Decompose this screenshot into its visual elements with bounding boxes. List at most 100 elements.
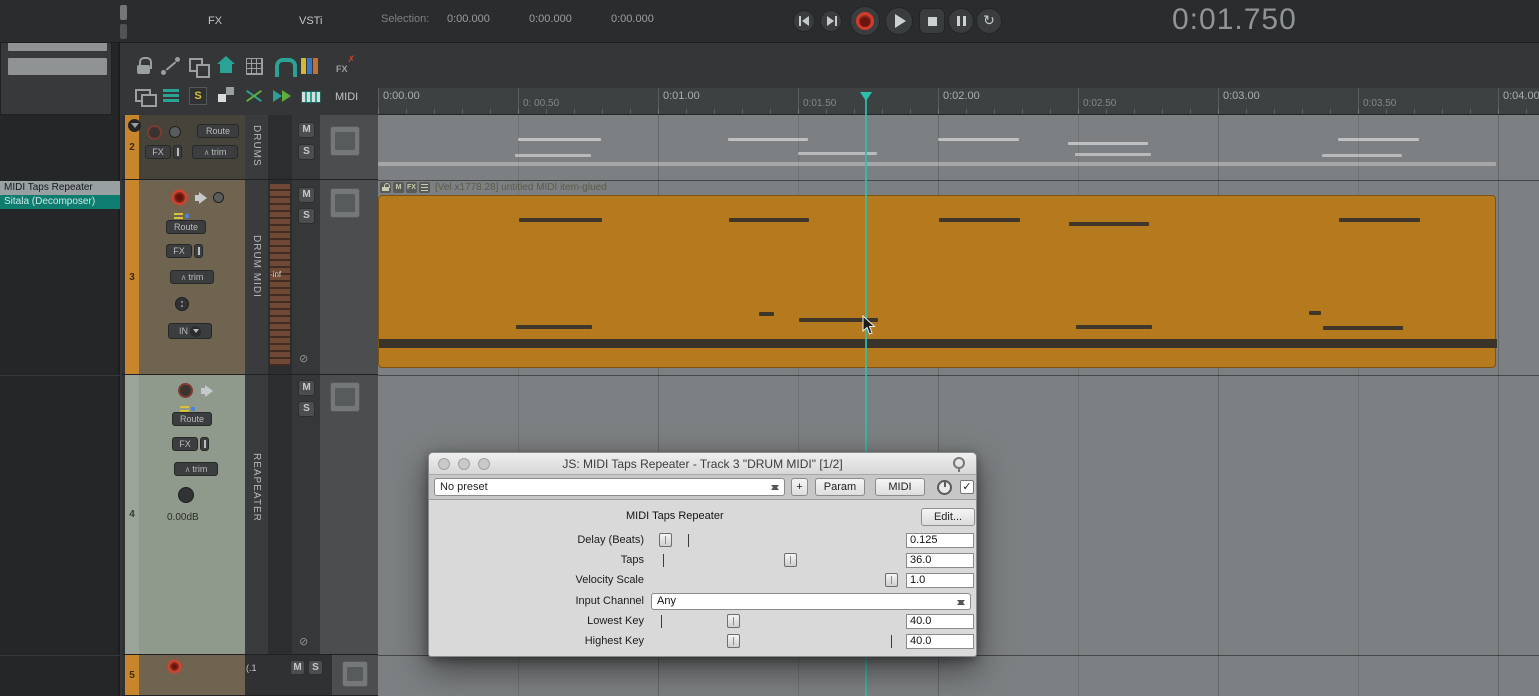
speaker-icon[interactable] <box>201 385 214 397</box>
param-slider-handle[interactable] <box>784 553 797 567</box>
solo-button[interactable]: S <box>298 208 315 224</box>
fx-tab[interactable]: FX <box>208 15 222 27</box>
monitor-knob[interactable] <box>213 192 224 203</box>
mute-badge[interactable]: M <box>393 182 404 193</box>
grouping-icon[interactable] <box>186 54 210 78</box>
timeline-ruler[interactable]: 0:00.000:01.000:02.000:03.000:04.000: 00… <box>378 88 1539 115</box>
track-thumbnail[interactable] <box>342 661 368 687</box>
track-4-number[interactable]: 4 <box>125 375 139 654</box>
solo-button[interactable]: S <box>308 660 323 675</box>
wet-dry-knob[interactable] <box>937 480 952 495</box>
track-4-name[interactable]: REAPEATER <box>251 453 262 522</box>
param-value-box[interactable]: 40.0 <box>906 634 974 649</box>
param-slider-handle[interactable] <box>727 614 740 628</box>
midi-note[interactable] <box>939 218 1020 222</box>
route-button[interactable]: Route <box>197 124 239 138</box>
param-value-box[interactable]: 40.0 <box>906 614 974 629</box>
mixer-screens-icon[interactable] <box>132 84 156 108</box>
param-button[interactable]: Param <box>815 478 865 496</box>
param-dropdown[interactable]: Any <box>651 593 971 610</box>
mute-button[interactable]: M <box>290 660 305 675</box>
panel-row[interactable] <box>8 58 107 75</box>
track-2[interactable]: 2 Route FX ∧ trim DRUMS M S <box>122 115 378 180</box>
theme-colors-icon[interactable] <box>298 54 322 78</box>
midi-note[interactable] <box>1339 218 1420 222</box>
play-button[interactable] <box>885 7 913 35</box>
pause-button[interactable] <box>948 8 974 34</box>
repeat-button[interactable]: ↻ <box>976 8 1002 34</box>
midi-note[interactable] <box>1309 311 1321 315</box>
param-slider-handle[interactable] <box>885 573 898 587</box>
track-5-number[interactable]: 5 <box>125 655 139 695</box>
vsti-tab[interactable]: VSTi <box>299 15 322 27</box>
record-arm-button[interactable] <box>172 190 187 205</box>
route-button[interactable]: Route <box>166 220 206 234</box>
envelope-routing-icon[interactable] <box>159 54 183 78</box>
grid-icon[interactable] <box>242 54 266 78</box>
input-button[interactable]: IN <box>168 323 212 339</box>
monitor-knob[interactable] <box>169 126 181 138</box>
volume-readout[interactable]: 0.00dB <box>167 512 199 523</box>
mute-button[interactable]: M <box>298 122 315 138</box>
track-4[interactable]: 4 Route FX ∧ trim 0.00dB REAPEATER M S <box>122 375 378 655</box>
param-value-box[interactable]: 0.125 <box>906 533 974 548</box>
param-slider-handle[interactable] <box>659 533 672 547</box>
solo-button[interactable]: S <box>298 144 315 160</box>
docker-list-icon[interactable] <box>159 84 183 108</box>
minimize-button[interactable] <box>458 458 470 470</box>
edit-button[interactable]: Edit... <box>921 508 975 526</box>
param-value-box[interactable]: 36.0 <box>906 553 974 568</box>
track-3-number[interactable]: 3 <box>125 180 139 374</box>
record-button[interactable] <box>850 6 880 36</box>
add-preset-button[interactable]: + <box>791 478 808 496</box>
phase-button[interactable]: ⊘ <box>299 635 308 648</box>
input-dropdown-icon[interactable] <box>190 326 201 337</box>
fx-button[interactable]: FX <box>145 145 171 159</box>
transport-time-display[interactable]: 0:01.750 <box>1172 3 1297 37</box>
selection-length-time[interactable]: 0:00.000 <box>611 13 654 25</box>
route-button[interactable]: Route <box>172 412 212 426</box>
window-titlebar[interactable]: JS: MIDI Taps Repeater - Track 3 "DRUM M… <box>429 453 976 475</box>
scrollbar-thumb[interactable] <box>120 5 127 20</box>
track-3-name[interactable]: DRUM MIDI <box>251 235 262 298</box>
param-value-box[interactable]: 1.0 <box>906 573 974 588</box>
track-thumbnail[interactable] <box>330 382 360 412</box>
folder-collapse-button[interactable] <box>128 119 141 132</box>
snap-magnet-icon[interactable] <box>270 54 294 78</box>
pan-knob[interactable] <box>175 297 189 311</box>
record-arm-button[interactable] <box>168 660 181 673</box>
selection-start-time[interactable]: 0:00.000 <box>447 13 490 25</box>
lock-badge[interactable] <box>380 182 391 193</box>
fx-bypass-icon[interactable]: ✗ FX <box>332 54 356 78</box>
fx-plugin-window[interactable]: JS: MIDI Taps Repeater - Track 3 "DRUM M… <box>428 452 977 657</box>
scrollbar-thumb[interactable] <box>120 24 127 39</box>
trim-button[interactable]: ∧ trim <box>174 462 218 476</box>
volume-knob[interactable] <box>178 487 194 503</box>
notes-badge[interactable] <box>419 182 430 193</box>
midi-note[interactable] <box>759 312 774 316</box>
pin-window-icon[interactable] <box>952 456 964 471</box>
go-to-start-button[interactable] <box>793 10 815 32</box>
preset-dropdown[interactable]: No preset <box>434 478 785 496</box>
media-items-icon[interactable] <box>214 84 238 108</box>
midi-button[interactable]: MIDI <box>875 478 925 496</box>
mute-button[interactable]: M <box>298 380 315 396</box>
fx-enable-toggle[interactable] <box>194 244 203 258</box>
piano-keys-icon[interactable] <box>298 84 322 108</box>
crossfade-icon[interactable] <box>242 84 266 108</box>
midi-note[interactable] <box>1323 326 1403 330</box>
midi-bass-note[interactable] <box>379 339 1497 348</box>
midi-note[interactable] <box>1069 222 1149 226</box>
midi-note[interactable] <box>729 218 809 222</box>
track-thumbnail[interactable] <box>330 126 360 156</box>
track-2-name[interactable]: DRUMS <box>251 125 262 167</box>
fx-enable-toggle[interactable] <box>173 145 182 159</box>
selection-end-time[interactable]: 0:00.000 <box>529 13 572 25</box>
lock-icon[interactable] <box>132 54 156 78</box>
media-item-label-row[interactable]: M FX [Vel x1778.28] untitled MIDI item-g… <box>380 181 607 193</box>
mute-button[interactable]: M <box>298 187 315 203</box>
trim-button[interactable]: ∧ trim <box>192 145 238 159</box>
fx-enabled-checkbox[interactable]: ✓ <box>960 480 974 494</box>
track-5[interactable]: 5 (.1 M S <box>122 655 378 696</box>
fx-button[interactable]: FX <box>172 437 198 451</box>
